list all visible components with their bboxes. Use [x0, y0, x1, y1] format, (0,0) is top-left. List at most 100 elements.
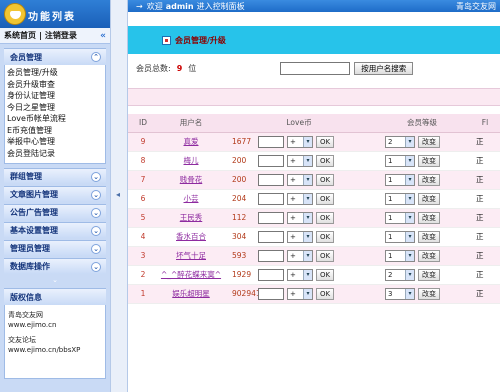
username-link[interactable]: 真爱 [158, 132, 224, 152]
change-button[interactable]: 改变 [418, 268, 440, 281]
chevron-left-icon[interactable]: ◂ [116, 190, 120, 199]
dropdown-arrow-icon[interactable]: ▾ [303, 174, 312, 185]
dropdown-arrow-icon[interactable]: ▾ [405, 212, 414, 223]
change-button[interactable]: 改变 [418, 230, 440, 243]
frame-splitter[interactable]: ◂ [110, 0, 128, 392]
username-link[interactable]: 小芸 [158, 189, 224, 209]
dropdown-arrow-icon[interactable]: ▾ [405, 288, 414, 299]
ok-button[interactable]: OK [316, 211, 335, 224]
username-link[interactable]: 梅儿 [158, 151, 224, 171]
dropdown-arrow-icon[interactable]: ▾ [303, 212, 312, 223]
search-input[interactable] [280, 61, 351, 75]
ok-button[interactable]: OK [316, 249, 335, 262]
change-button[interactable]: 改变 [418, 154, 440, 167]
chevron-down-icon[interactable]: ⌄ [91, 171, 101, 182]
username-link[interactable]: 贱骨花 [158, 170, 224, 190]
menu-item-upgrade-review[interactable]: 会员升级审查 [5, 79, 105, 91]
level-select[interactable]: 1 ▾ [385, 230, 415, 243]
level-select[interactable]: 1 ▾ [385, 211, 415, 224]
level-select[interactable]: 2 ▾ [385, 268, 415, 281]
chevron-down-icon[interactable]: ⌄ [91, 207, 101, 218]
sidebar-collapse-bar[interactable]: ⌄ [4, 276, 106, 286]
group-announcements[interactable]: 公告广告管理 ⌄ [4, 204, 106, 220]
love-coin-input[interactable] [258, 287, 284, 300]
change-button[interactable]: 改变 [418, 135, 440, 148]
level-select[interactable]: 1 ▾ [385, 173, 415, 186]
change-button[interactable]: 改变 [418, 249, 440, 262]
love-coin-input[interactable] [258, 230, 284, 243]
dropdown-arrow-icon[interactable]: ▾ [405, 250, 414, 261]
operator-select[interactable]: + ▾ [287, 173, 313, 186]
change-button[interactable]: 改变 [418, 287, 440, 300]
ok-button[interactable]: OK [316, 287, 335, 300]
group-articles[interactable]: 文章图片管理 ⌄ [4, 186, 106, 202]
dropdown-arrow-icon[interactable]: ▾ [405, 136, 414, 147]
dropdown-arrow-icon[interactable]: ▾ [303, 193, 312, 204]
level-select[interactable]: 1 ▾ [385, 249, 415, 262]
username-link[interactable]: 王民秀 [158, 208, 224, 228]
love-coin-input[interactable] [258, 135, 284, 148]
operator-select[interactable]: + ▾ [287, 249, 313, 262]
chevron-down-icon[interactable]: ⌄ [91, 261, 101, 272]
level-select[interactable]: 3 ▾ [385, 287, 415, 300]
home-link[interactable]: 系统首页 [4, 30, 36, 41]
dropdown-arrow-icon[interactable]: ▾ [303, 269, 312, 280]
ok-button[interactable]: OK [316, 230, 335, 243]
chevron-up-icon[interactable]: ⌃ [91, 52, 101, 62]
menu-item-identity-auth[interactable]: 身份认证管理 [5, 90, 105, 102]
group-groups[interactable]: 群组管理 ⌄ [4, 168, 106, 184]
collapse-sidebar-icon[interactable]: « [100, 31, 106, 41]
group-database[interactable]: 数据库操作 ⌄ [4, 258, 106, 274]
dropdown-arrow-icon[interactable]: ▾ [405, 193, 414, 204]
chevron-down-icon[interactable]: ⌄ [91, 225, 101, 236]
love-coin-input[interactable] [258, 249, 284, 262]
love-coin-input[interactable] [258, 268, 284, 281]
username-link[interactable]: 娱乐超明星 [158, 284, 224, 304]
love-coin-input[interactable] [258, 211, 284, 224]
change-button[interactable]: 改变 [418, 211, 440, 224]
chevron-down-icon[interactable]: ⌄ [91, 243, 101, 254]
dropdown-arrow-icon[interactable]: ▾ [405, 231, 414, 242]
change-button[interactable]: 改变 [418, 192, 440, 205]
menu-item-member-upgrade[interactable]: 会员管理/升级 [5, 67, 105, 79]
dropdown-arrow-icon[interactable]: ▾ [303, 288, 312, 299]
group-admins[interactable]: 管理员管理 ⌄ [4, 240, 106, 256]
group-basic-settings[interactable]: 基本设置管理 ⌄ [4, 222, 106, 238]
love-coin-input[interactable] [258, 154, 284, 167]
ok-button[interactable]: OK [316, 192, 335, 205]
username-link[interactable]: 坏气十足 [158, 246, 224, 266]
change-button[interactable]: 改变 [418, 173, 440, 186]
operator-select[interactable]: + ▾ [287, 230, 313, 243]
dropdown-arrow-icon[interactable]: ▾ [405, 174, 414, 185]
username-link[interactable]: 香水百合 [158, 227, 224, 247]
level-select[interactable]: 1 ▾ [385, 192, 415, 205]
ok-button[interactable]: OK [316, 173, 335, 186]
level-select[interactable]: 1 ▾ [385, 154, 415, 167]
chevron-down-icon[interactable]: ⌄ [91, 189, 101, 200]
ok-button[interactable]: OK [316, 135, 335, 148]
menu-item-report-center[interactable]: 举报中心管理 [5, 136, 105, 148]
operator-select[interactable]: + ▾ [287, 135, 313, 148]
logout-link[interactable]: 注销登录 [45, 30, 77, 41]
dropdown-arrow-icon[interactable]: ▾ [405, 155, 414, 166]
group-member-management[interactable]: 会员管理 ⌃ [4, 48, 106, 65]
search-by-username-button[interactable]: 按用户名搜索 [354, 61, 414, 75]
dropdown-arrow-icon[interactable]: ▾ [303, 136, 312, 147]
dropdown-arrow-icon[interactable]: ▾ [303, 155, 312, 166]
operator-select[interactable]: + ▾ [287, 211, 313, 224]
level-select[interactable]: 2 ▾ [385, 135, 415, 148]
operator-select[interactable]: + ▾ [287, 287, 313, 300]
menu-item-e-coin-recharge[interactable]: E币充值管理 [5, 125, 105, 137]
operator-select[interactable]: + ▾ [287, 268, 313, 281]
username-link[interactable]: ^_^醉花蝶来寞^ [158, 265, 224, 285]
menu-item-login-records[interactable]: 会员登陆记录 [5, 148, 105, 160]
dropdown-arrow-icon[interactable]: ▾ [303, 250, 312, 261]
dropdown-arrow-icon[interactable]: ▾ [405, 269, 414, 280]
ok-button[interactable]: OK [316, 268, 335, 281]
operator-select[interactable]: + ▾ [287, 154, 313, 167]
dropdown-arrow-icon[interactable]: ▾ [303, 231, 312, 242]
love-coin-input[interactable] [258, 173, 284, 186]
operator-select[interactable]: + ▾ [287, 192, 313, 205]
menu-item-love-coin-bills[interactable]: Love币帐单流程 [5, 113, 105, 125]
love-coin-input[interactable] [258, 192, 284, 205]
